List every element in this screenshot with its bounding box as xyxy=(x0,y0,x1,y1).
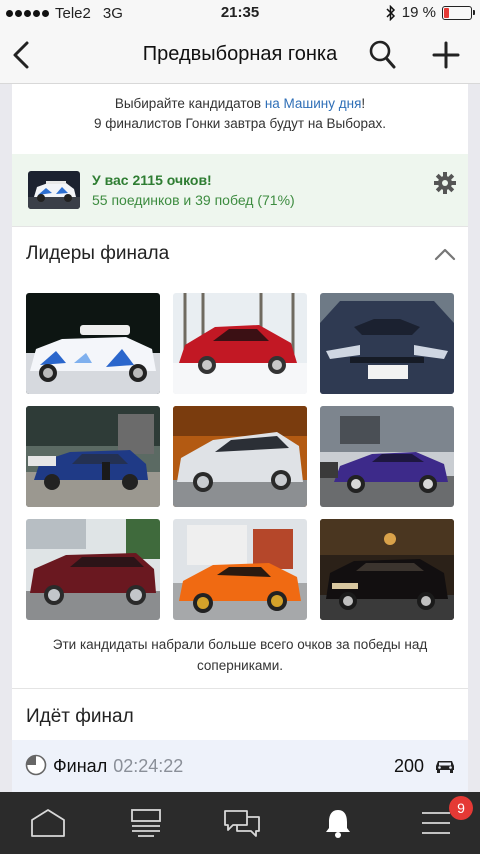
notification-badge: 9 xyxy=(449,796,473,820)
page-title: Предвыборная гонка xyxy=(142,43,338,65)
tab-home[interactable] xyxy=(28,807,68,839)
plus-icon[interactable] xyxy=(430,39,462,71)
tab-notifications[interactable] xyxy=(318,807,358,839)
pie-timer-icon xyxy=(25,754,47,776)
battery-fill xyxy=(444,7,449,18)
photo-red-alfa-romeo-sedan[interactable] xyxy=(173,293,307,394)
intro-line-1: Выбирайте кандидатов на Машину дня! xyxy=(12,94,468,114)
leaders-grid xyxy=(26,293,455,620)
tab-messages[interactable] xyxy=(222,807,262,839)
photo-purple-sports-car[interactable] xyxy=(320,406,454,507)
notifications-icon xyxy=(326,810,350,838)
user-car-thumbnail xyxy=(28,171,80,209)
leaders-note: Эти кандидаты набрали больше всего очков… xyxy=(52,637,428,673)
divider xyxy=(12,226,468,227)
photo-dark-subaru-hood[interactable] xyxy=(320,293,454,394)
battery-label: 19 % xyxy=(401,4,436,21)
photo-white-hatchback-livery[interactable] xyxy=(26,293,160,394)
intro-suffix: ! xyxy=(361,96,366,111)
photo-black-classic-sedan[interactable] xyxy=(320,519,454,620)
final-label-text: Финал xyxy=(53,756,108,776)
final-label: Финал 02:24:22 xyxy=(53,756,183,777)
score-title: У вас 2115 очков! xyxy=(92,172,212,188)
messages-icon xyxy=(224,810,260,837)
chevron-up-icon[interactable] xyxy=(434,245,456,263)
photo-orange-toyota-roadster[interactable] xyxy=(173,519,307,620)
score-subtitle: 55 поединков и 39 побед (71%) xyxy=(92,192,295,208)
feed-icon xyxy=(131,809,161,837)
home-icon xyxy=(31,809,65,837)
intro-prefix: Выбирайте кандидатов xyxy=(114,96,262,111)
status-right: 19 % xyxy=(386,4,475,21)
final-heading: Идёт финал xyxy=(26,706,134,727)
score-card: У вас 2115 очков! 55 поединков и 39 побе… xyxy=(12,154,468,226)
final-row[interactable]: Финал 02:24:22 200 xyxy=(12,740,468,792)
photo-silver-subaru-wagon[interactable] xyxy=(173,406,307,507)
final-score: 200 xyxy=(393,756,424,776)
main-content: Выбирайте кандидатов на Машину дня! 9 фи… xyxy=(12,84,468,792)
leaders-heading: Лидеры финала xyxy=(26,243,170,264)
search-icon[interactable] xyxy=(368,39,398,71)
tab-feed[interactable] xyxy=(126,807,166,839)
status-bar: Tele2 3G 21:35 19 % xyxy=(0,0,480,26)
intro-text: Выбирайте кандидатов на Машину дня! 9 фи… xyxy=(12,84,468,154)
nav-bar: Предвыборная гонка xyxy=(0,26,480,84)
photo-maroon-alfa-wagon[interactable] xyxy=(26,519,160,620)
final-timer: 02:24:22 xyxy=(113,756,184,776)
car-icon xyxy=(436,761,454,773)
intro-line-2: 9 финалистов Гонки завтра будут на Выбор… xyxy=(93,116,387,131)
tab-bar xyxy=(0,792,480,854)
divider xyxy=(12,688,468,689)
photo-blue-sedan-garage[interactable] xyxy=(26,406,160,507)
car-of-day-link[interactable]: на Машину дня xyxy=(265,96,362,111)
battery-icon xyxy=(442,5,475,20)
bluetooth-icon xyxy=(386,4,395,21)
gear-icon[interactable] xyxy=(434,172,456,194)
